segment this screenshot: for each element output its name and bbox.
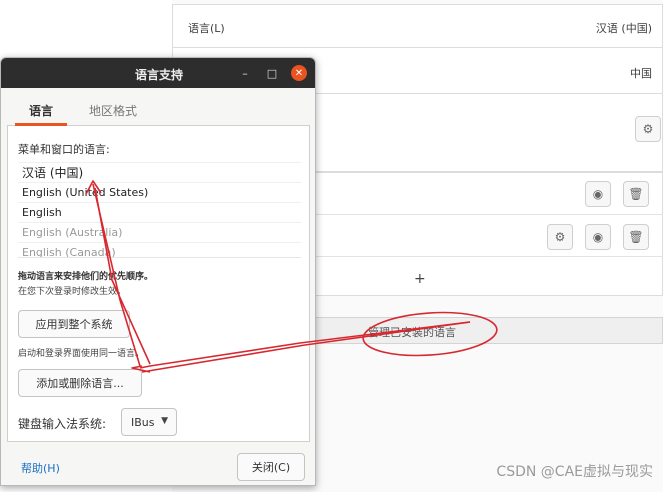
keyboard-input-label: 键盘输入法系统: xyxy=(18,417,107,431)
region-row-value: 中国 xyxy=(630,67,652,80)
trash-icon: 🗑 xyxy=(628,230,644,244)
dialog-titlebar[interactable]: 语言支持 – □ ✕ xyxy=(1,58,315,88)
list-item[interactable]: English (Australia) xyxy=(18,222,301,242)
chevron-down-icon: ▼ xyxy=(161,416,168,426)
list-item[interactable]: English xyxy=(18,202,301,222)
preview-layout-button[interactable]: ◉ xyxy=(585,224,611,250)
maximize-button[interactable]: □ xyxy=(264,65,280,81)
remove-source-button[interactable]: 🗑 xyxy=(623,181,649,207)
keyboard-input-value: IBus xyxy=(131,415,155,429)
watermark: CSDN @CAE虚拟与现实 xyxy=(496,464,653,480)
gear-icon: ⚙ xyxy=(554,230,566,244)
help-button[interactable]: 帮助(H) xyxy=(21,460,60,476)
trash-icon: 🗑 xyxy=(628,187,644,201)
input-options-button[interactable]: ⚙ xyxy=(635,116,661,142)
tab-regional-formats[interactable]: 地区格式 xyxy=(89,102,137,119)
preview-layout-button[interactable]: ◉ xyxy=(585,181,611,207)
gear-icon: ⚙ xyxy=(642,122,654,136)
remove-source-button[interactable]: 🗑 xyxy=(623,224,649,250)
login-hint: 启动和登录界面使用同一语言。 xyxy=(18,349,145,359)
keyboard-input-select[interactable]: IBus ▼ xyxy=(121,408,177,436)
add-input-source-button[interactable]: + xyxy=(414,271,426,287)
dialog-tabs: 语言 地区格式 xyxy=(7,96,310,126)
language-support-dialog: 语言支持 – □ ✕ 语言 地区格式 菜单和窗口的语言: 汉语 (中国) Eng… xyxy=(0,57,316,486)
source-settings-button[interactable]: ⚙ xyxy=(547,224,573,250)
close-button[interactable]: 关闭(C) xyxy=(237,453,305,481)
drag-hint: 拖动语言来安排他们的优先顺序。 xyxy=(18,272,154,282)
tab-language[interactable]: 语言 xyxy=(29,102,53,119)
minimize-button[interactable]: – xyxy=(237,65,253,81)
language-list[interactable]: 汉语 (中国) English (United States) English … xyxy=(18,162,301,258)
effect-hint: 在您下次登录时修改生效。 xyxy=(18,287,127,297)
language-row-label: 语言(L) xyxy=(188,22,225,35)
language-tab-content: 菜单和窗口的语言: 汉语 (中国) English (United States… xyxy=(7,126,310,442)
list-item[interactable]: 汉语 (中国) xyxy=(18,162,301,182)
list-item[interactable]: English (Canada) xyxy=(18,242,301,257)
apply-system-wide-button[interactable]: 应用到整个系统 xyxy=(18,310,130,338)
close-window-button[interactable]: ✕ xyxy=(291,65,307,81)
add-remove-languages-button[interactable]: 添加或删除语言... xyxy=(18,369,142,397)
menu-language-label: 菜单和窗口的语言: xyxy=(18,143,110,156)
list-item[interactable]: English (United States) xyxy=(18,182,301,202)
eye-icon: ◉ xyxy=(592,187,604,201)
language-row-value: 汉语 (中国) xyxy=(595,22,652,35)
eye-icon: ◉ xyxy=(592,230,604,244)
manage-installed-languages-label: 管理已安装的语言 xyxy=(368,326,456,339)
language-row[interactable]: 语言(L) 汉语 (中国) xyxy=(172,4,663,48)
